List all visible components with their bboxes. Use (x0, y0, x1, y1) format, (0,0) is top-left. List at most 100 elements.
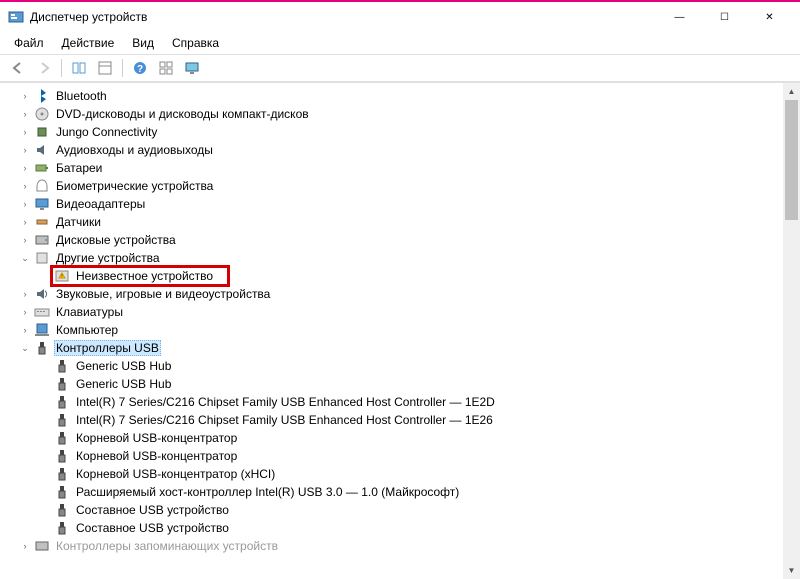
titlebar: Диспетчер устройств — ☐ ✕ (0, 2, 800, 32)
tree-child-item[interactable]: Расширяемый хост-контроллер Intel(R) USB… (18, 483, 800, 501)
tree-item-label: Компьютер (54, 323, 120, 337)
menu-view[interactable]: Вид (124, 34, 162, 52)
tree-item-label: Звуковые, игровые и видеоустройства (54, 287, 272, 301)
disc-icon (34, 106, 50, 122)
display-icon (34, 196, 50, 212)
tree-child-item[interactable]: Корневой USB-концентратор (xHCI) (18, 465, 800, 483)
scroll-up-button[interactable]: ▲ (783, 83, 800, 100)
props-button[interactable] (93, 57, 117, 79)
menu-file[interactable]: Файл (6, 34, 52, 52)
tree-item-label: Другие устройства (54, 251, 162, 265)
forward-button[interactable] (32, 57, 56, 79)
tree-category[interactable]: › Jungo Connectivity (18, 123, 800, 141)
tree-item-label: Jungo Connectivity (54, 125, 159, 139)
tree-child-item[interactable]: Корневой USB-концентратор (18, 429, 800, 447)
tree-item-label: Составное USB устройство (74, 503, 231, 517)
chevron-down-icon[interactable]: ⌄ (18, 251, 32, 265)
menu-help[interactable]: Справка (164, 34, 227, 52)
chevron-right-icon[interactable]: › (18, 197, 32, 211)
usb-icon (54, 448, 70, 464)
tree-item-label: Дисковые устройства (54, 233, 178, 247)
back-button[interactable] (6, 57, 30, 79)
chevron-right-icon[interactable]: › (18, 179, 32, 193)
help-button[interactable]: ? (128, 57, 152, 79)
finger-icon (34, 178, 50, 194)
tree-category[interactable]: › Компьютер (18, 321, 800, 339)
tree-item-label: Корневой USB-концентратор (74, 449, 239, 463)
hdd-icon (34, 232, 50, 248)
chevron-right-icon[interactable]: › (18, 107, 32, 121)
battery-icon (34, 160, 50, 176)
tree-item-label: Составное USB устройство (74, 521, 231, 535)
monitor-button[interactable] (180, 57, 204, 79)
tree-item-label: Датчики (54, 215, 103, 229)
chevron-right-icon[interactable]: › (18, 233, 32, 247)
tree-item-label: Батареи (54, 161, 104, 175)
tree-category[interactable]: ›DVD-дисководы и дисководы компакт-диско… (18, 105, 800, 123)
usb-icon (54, 412, 70, 428)
tree-category[interactable]: › Bluetooth (18, 87, 800, 105)
tree-category[interactable]: ›Видеоадаптеры (18, 195, 800, 213)
warn-icon: ! (54, 268, 70, 284)
app-icon (8, 9, 24, 25)
chevron-right-icon[interactable]: › (18, 215, 32, 229)
usb-icon (54, 502, 70, 518)
tree-item-label: Generic USB Hub (74, 377, 173, 391)
scroll-track[interactable] (783, 100, 800, 562)
chevron-right-icon[interactable]: › (18, 143, 32, 157)
close-button[interactable]: ✕ (747, 3, 792, 31)
tree-child-item[interactable]: Generic USB Hub (18, 357, 800, 375)
chevron-right-icon[interactable]: › (18, 287, 32, 301)
tree-item-label: Аудиовходы и аудиовыходы (54, 143, 215, 157)
computer-icon (34, 322, 50, 338)
tree-item-label: Расширяемый хост-контроллер Intel(R) USB… (74, 485, 461, 499)
usb-icon (54, 358, 70, 374)
tree-category[interactable]: › Биометрические устройства (18, 177, 800, 195)
tree-child-item[interactable]: Intel(R) 7 Series/C216 Chipset Family US… (18, 411, 800, 429)
chevron-right-icon[interactable]: › (18, 305, 32, 319)
tree-category[interactable]: ⌄ Другие устройства (18, 249, 800, 267)
chevron-down-icon[interactable]: ⌄ (18, 341, 32, 355)
grid-button[interactable] (154, 57, 178, 79)
chevron-right-icon[interactable]: › (18, 323, 32, 337)
tree-item-label: Корневой USB-концентратор (74, 431, 239, 445)
tree-category[interactable]: › Датчики (18, 213, 800, 231)
tree-child-item[interactable]: !Неизвестное устройство (18, 267, 800, 285)
tree-child-item[interactable]: Составное USB устройство (18, 519, 800, 537)
tree-category[interactable]: › Дисковые устройства (18, 231, 800, 249)
scroll-down-button[interactable]: ▼ (783, 562, 800, 579)
menu-action[interactable]: Действие (54, 34, 123, 52)
tree-child-item[interactable]: Intel(R) 7 Series/C216 Chipset Family US… (18, 393, 800, 411)
storage-icon (34, 538, 50, 554)
tree-category[interactable]: › Аудиовходы и аудиовыходы (18, 141, 800, 159)
tree-item-label: Биометрические устройства (54, 179, 215, 193)
window-title: Диспетчер устройств (30, 10, 657, 24)
tree-item-label: Клавиатуры (54, 305, 125, 319)
menubar: Файл Действие Вид Справка (0, 32, 800, 54)
tree-category[interactable]: ⌄Контроллеры USB (18, 339, 800, 357)
bluetooth-icon (34, 88, 50, 104)
scrollbar[interactable]: ▲ ▼ (783, 83, 800, 579)
scroll-thumb[interactable] (785, 100, 798, 220)
usb-icon (54, 484, 70, 500)
chevron-right-icon[interactable]: › (18, 161, 32, 175)
tree-child-item[interactable]: Составное USB устройство (18, 501, 800, 519)
chevron-right-icon[interactable]: › (18, 539, 32, 553)
device-tree[interactable]: › Bluetooth ›DVD-дисководы и дисководы ком… (0, 83, 800, 579)
tree-category[interactable]: ›Контроллеры запоминающих устройств (18, 537, 800, 555)
showhide-button[interactable] (67, 57, 91, 79)
minimize-button[interactable]: — (657, 3, 702, 31)
tree-category[interactable]: › Клавиатуры (18, 303, 800, 321)
usb-icon (54, 520, 70, 536)
tree-child-item[interactable]: Корневой USB-концентратор (18, 447, 800, 465)
tree-item-label: Intel(R) 7 Series/C216 Chipset Family US… (74, 395, 497, 409)
chevron-right-icon[interactable]: › (18, 89, 32, 103)
chevron-right-icon[interactable]: › (18, 125, 32, 139)
tree-child-item[interactable]: Generic USB Hub (18, 375, 800, 393)
content-area: › Bluetooth ›DVD-дисководы и дисководы ком… (0, 82, 800, 579)
tree-item-label: Bluetooth (54, 89, 109, 103)
tree-category[interactable]: › Звуковые, игровые и видеоустройства (18, 285, 800, 303)
maximize-button[interactable]: ☐ (702, 3, 747, 31)
usb-icon (54, 376, 70, 392)
tree-category[interactable]: › Батареи (18, 159, 800, 177)
